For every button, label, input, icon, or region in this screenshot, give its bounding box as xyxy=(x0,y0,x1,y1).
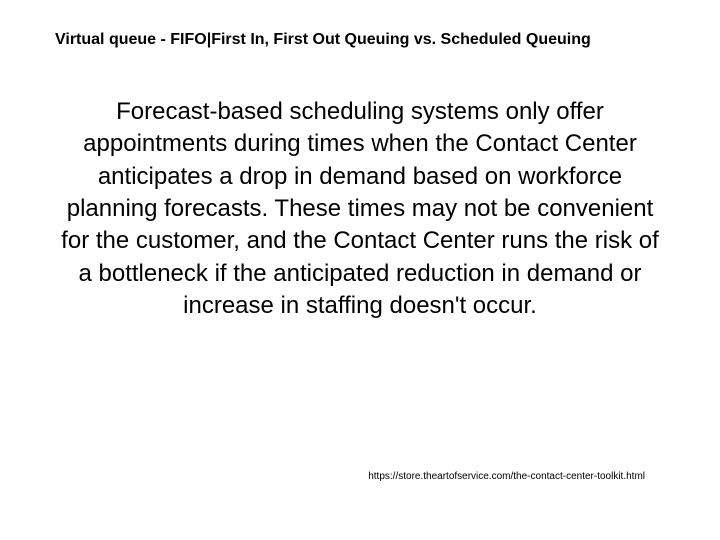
slide-body-text: Forecast-based scheduling systems only o… xyxy=(55,96,665,323)
footer-url: https://store.theartofservice.com/the-co… xyxy=(368,471,645,482)
slide-container: Virtual queue - FIFO|First In, First Out… xyxy=(0,0,720,540)
slide-title: Virtual queue - FIFO|First In, First Out… xyxy=(55,30,665,51)
